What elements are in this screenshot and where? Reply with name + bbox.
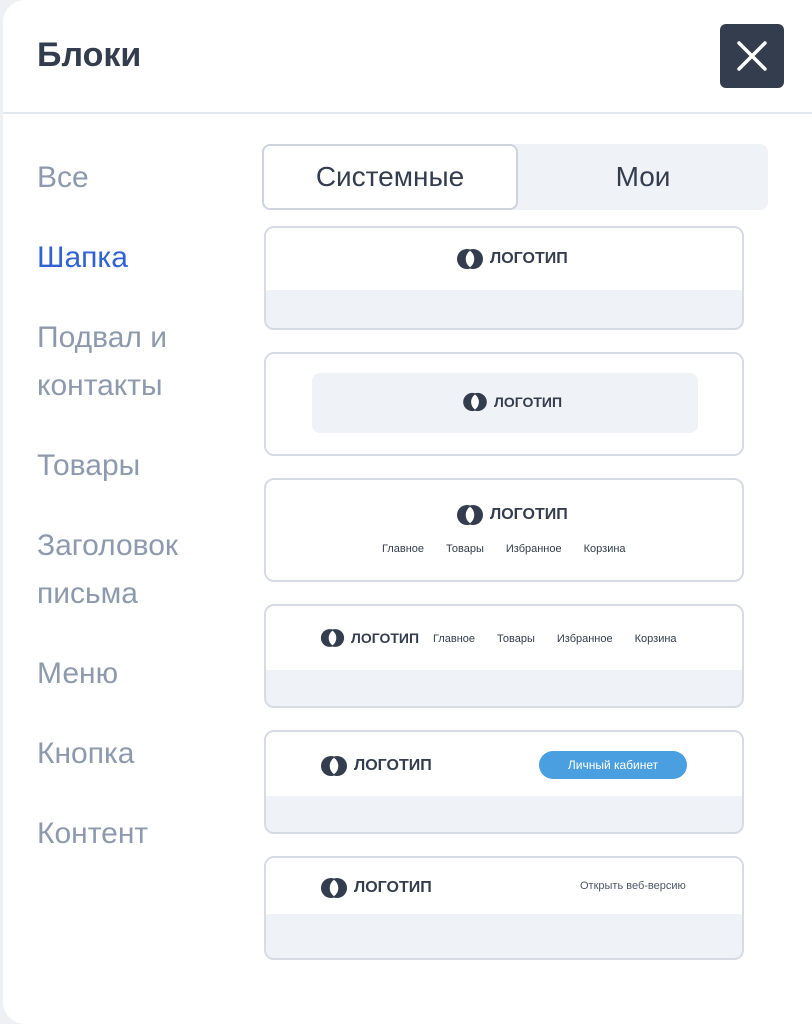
nav-menu: Главное Товары Избранное Корзина — [382, 543, 626, 555]
logo-icon — [457, 505, 483, 525]
nav-item-products: Товары — [446, 543, 484, 555]
tab-system[interactable]: Системные — [262, 144, 518, 210]
block-card-logo-web-version[interactable]: ЛОГОТИП Открыть веб-версию — [264, 856, 744, 960]
logo: ЛОГОТИП — [320, 628, 419, 648]
close-icon — [737, 41, 767, 71]
web-version-link-preview: Открыть веб-версию — [580, 880, 686, 892]
logo: ЛОГОТИП — [320, 877, 432, 899]
sidebar-item-content[interactable]: Контент — [37, 810, 237, 858]
sidebar-item-label-line1: Подвал и — [37, 321, 167, 354]
sidebar-item-products[interactable]: Товары — [37, 442, 237, 490]
nav-item-cart: Корзина — [634, 633, 677, 645]
block-placeholder — [266, 796, 742, 832]
sidebar-item-label-line2: контакты — [37, 369, 163, 402]
block-placeholder — [266, 290, 742, 328]
nav-item-favorites: Избранное — [505, 543, 562, 555]
block-card-logo-nav-inline[interactable]: ЛОГОТИП Главное Товары Избранное Корзина — [264, 604, 744, 708]
nav-item-favorites: Избранное — [556, 633, 613, 645]
close-button[interactable] — [720, 24, 784, 88]
nav-item-main: Главное — [433, 633, 476, 645]
block-source-tabs: Системные Мои — [262, 144, 768, 210]
logo: ЛОГОТИП — [456, 248, 568, 270]
block-placeholder — [266, 914, 742, 958]
sidebar-item-email-heading[interactable]: Заголовок письма — [37, 522, 237, 618]
logo-text: ЛОГОТИП — [490, 250, 568, 267]
block-card-logo-account[interactable]: ЛОГОТИП Личный кабинет — [264, 730, 744, 834]
logo-text: ЛОГОТИП — [351, 630, 420, 646]
logo: ЛОГОТИП — [456, 504, 568, 526]
nav-menu: Главное Товары Избранное Корзина — [433, 633, 677, 645]
block-placeholder — [266, 670, 742, 706]
sidebar-item-menu[interactable]: Меню — [37, 650, 237, 698]
logo-icon — [321, 878, 347, 898]
nav-item-products: Товары — [497, 633, 535, 645]
tab-mine[interactable]: Мои — [518, 144, 768, 210]
logo-text: ЛОГОТИП — [354, 879, 432, 896]
block-card-logo-nav-stacked[interactable]: ЛОГОТИП Главное Товары Избранное Корзина — [264, 478, 744, 582]
logo: ЛОГОТИП — [320, 755, 432, 777]
sidebar-item-footer-contacts[interactable]: Подвал и контакты — [37, 314, 237, 410]
logo-icon — [457, 249, 483, 269]
logo-text: ЛОГОТИП — [490, 506, 568, 523]
panel-header: Блоки — [3, 0, 812, 114]
logo-text: ЛОГОТИП — [354, 757, 432, 774]
logo-icon — [321, 756, 347, 776]
sidebar-item-label-line1: Заголовок — [37, 529, 179, 562]
panel-title: Блоки — [37, 36, 142, 74]
nav-item-main: Главное — [382, 543, 425, 555]
sidebar-item-all[interactable]: Все — [37, 154, 237, 202]
logo-box: ЛОГОТИП — [312, 373, 698, 433]
logo-icon — [320, 629, 345, 647]
nav-item-cart: Корзина — [583, 543, 626, 555]
logo-icon — [463, 392, 487, 412]
block-card-logo-centered[interactable]: ЛОГОТИП — [264, 226, 744, 330]
blocks-panel: Блоки Все Шапка Подвал и контакты Товары… — [3, 0, 812, 1024]
sidebar-item-header[interactable]: Шапка — [37, 234, 237, 282]
logo-text: ЛОГОТИП — [494, 394, 563, 410]
sidebar-item-button[interactable]: Кнопка — [37, 730, 237, 778]
block-card-logo-boxed[interactable]: ЛОГОТИП — [264, 352, 744, 456]
account-button-preview: Личный кабинет — [539, 751, 687, 779]
sidebar-item-label-line2: письма — [37, 577, 138, 610]
logo: ЛОГОТИП — [462, 392, 562, 412]
